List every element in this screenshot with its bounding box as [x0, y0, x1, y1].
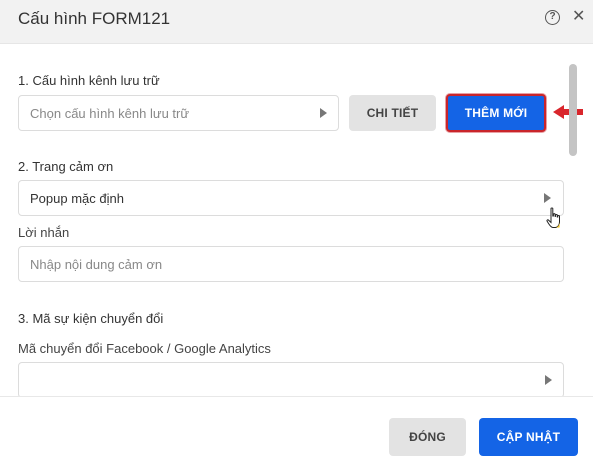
highlight-arrow-icon	[553, 105, 583, 119]
question-circle-icon[interactable]: ?	[545, 10, 560, 25]
caret-right-icon	[545, 375, 552, 385]
section-thankyou-title: 2. Trang cảm ơn	[18, 159, 114, 174]
storage-channel-select[interactable]: Chọn cấu hình kênh lưu trữ	[18, 95, 339, 131]
config-modal: Cấu hình FORM121 ? ✕ 1. Cấu hình kênh lư…	[0, 0, 593, 460]
modal-title: Cấu hình FORM121	[18, 9, 171, 28]
scrollbar-thumb[interactable]	[569, 64, 577, 156]
add-new-button[interactable]: THÊM MỚI	[446, 94, 546, 132]
modal-footer: ĐÓNG CẬP NHẬT	[0, 396, 593, 460]
close-button[interactable]: ĐÓNG	[389, 418, 466, 456]
storage-channel-placeholder: Chọn cấu hình kênh lưu trữ	[30, 106, 190, 121]
modal-header: Cấu hình FORM121 ? ✕	[0, 0, 593, 44]
tracking-code-label: Mã chuyển đổi Facebook / Google Analytic…	[18, 341, 271, 356]
modal-body[interactable]: 1. Cấu hình kênh lưu trữ Chọn cấu hình k…	[0, 44, 593, 396]
thankyou-page-select[interactable]: Popup mặc định	[18, 180, 564, 216]
thankyou-message-input[interactable]: Nhập nội dung cảm ơn	[18, 246, 564, 282]
section-conversion-title: 3. Mã sự kiện chuyển đổi	[18, 311, 164, 326]
tracking-code-select[interactable]	[18, 362, 564, 396]
message-label: Lời nhắn	[18, 225, 70, 240]
update-button[interactable]: CẬP NHẬT	[479, 418, 578, 456]
section-storage-title: 1. Cấu hình kênh lưu trữ	[18, 73, 160, 88]
caret-right-icon	[320, 108, 327, 118]
close-icon[interactable]: ✕	[572, 9, 585, 25]
thankyou-page-value: Popup mặc định	[30, 191, 124, 206]
detail-button[interactable]: CHI TIẾT	[349, 95, 436, 131]
hand-pointer-cursor-icon	[546, 207, 560, 228]
caret-right-icon	[544, 193, 551, 203]
